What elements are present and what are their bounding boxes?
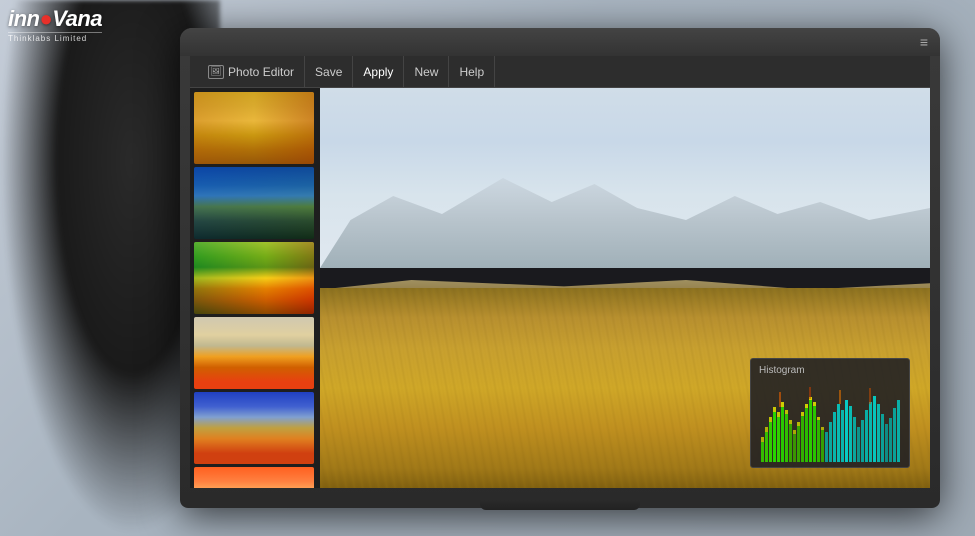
- histogram-title: Histogram: [759, 365, 901, 376]
- filmstrip-thumb-6[interactable]: [194, 467, 314, 488]
- monitor-stand: [480, 500, 640, 510]
- menu-save[interactable]: Save: [305, 56, 353, 88]
- histogram-panel: Histogram: [750, 358, 910, 468]
- menu-help[interactable]: Help: [449, 56, 495, 88]
- filmstrip-thumb-2[interactable]: [194, 167, 314, 239]
- brand-name: inn●Vana: [8, 8, 102, 30]
- filmstrip-thumb-3[interactable]: [194, 242, 314, 314]
- brand-logo: inn●Vana Thinklabs Limited: [8, 8, 102, 43]
- filmstrip-panel: [190, 88, 320, 488]
- filmstrip-thumb-5[interactable]: [194, 392, 314, 464]
- monitor: ≡ 🖼 Photo Editor Save Apply New Help: [180, 28, 940, 508]
- menu-lines-icon: ≡: [920, 35, 928, 49]
- photo-icon: 🖼: [208, 65, 224, 79]
- menu-photo-editor[interactable]: 🖼 Photo Editor: [198, 56, 305, 88]
- menu-bar: 🖼 Photo Editor Save Apply New Help: [190, 56, 930, 88]
- monitor-topbar: ≡: [180, 28, 940, 56]
- brand-tagline: Thinklabs Limited: [8, 34, 87, 43]
- screen: 🖼 Photo Editor Save Apply New Help: [190, 56, 930, 488]
- histogram-canvas: [759, 382, 903, 462]
- filmstrip-thumb-1[interactable]: [194, 92, 314, 164]
- menu-apply[interactable]: Apply: [353, 56, 404, 88]
- brand-divider: [8, 32, 102, 33]
- main-canvas[interactable]: Histogram: [320, 88, 930, 488]
- menu-new[interactable]: New: [404, 56, 449, 88]
- filmstrip-thumb-4[interactable]: [194, 317, 314, 389]
- histogram-chart: [759, 382, 903, 462]
- editor-body: Histogram: [190, 88, 930, 488]
